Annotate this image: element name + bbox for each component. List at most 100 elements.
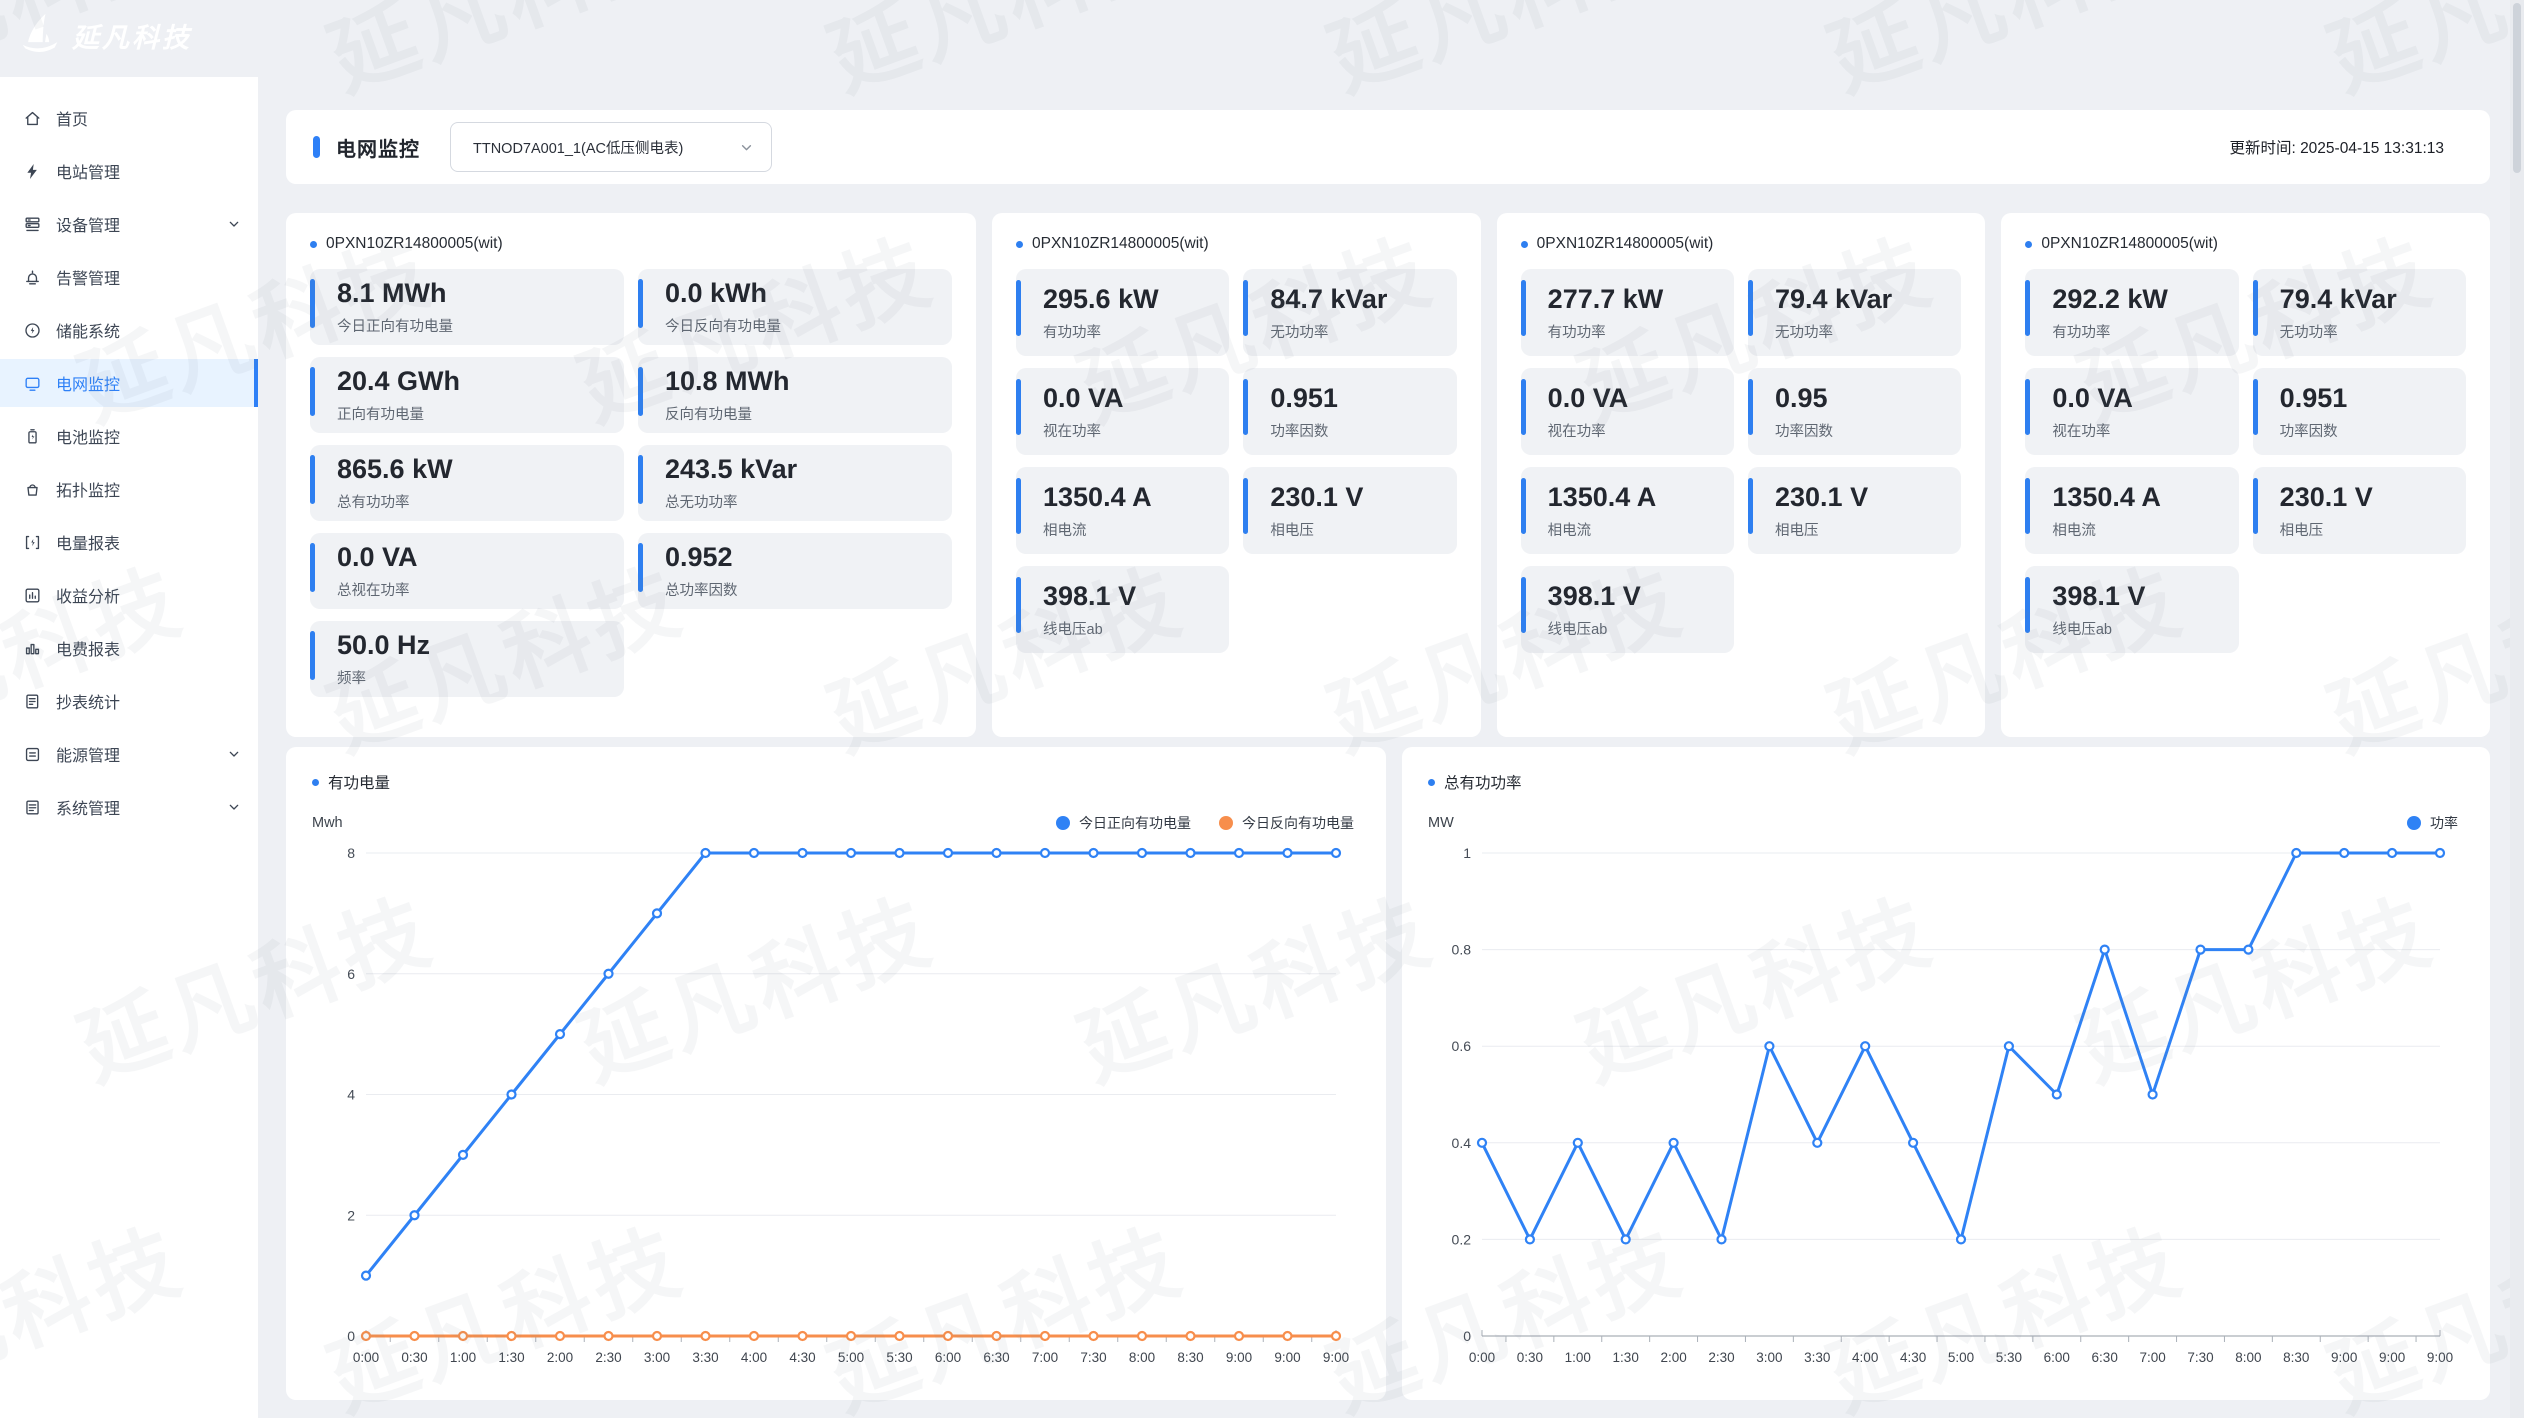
svg-text:8:30: 8:30 [2283, 1350, 2309, 1365]
sidebar-item-label: 电费报表 [56, 636, 242, 660]
metric-value: 50.0 Hz [337, 630, 624, 661]
sidebar-item-system-mgmt[interactable]: 系统管理 [0, 783, 258, 831]
watermark-text: 延凡科技 [1310, 0, 1699, 114]
legend-item[interactable]: 今日正向有功电量 [1056, 813, 1191, 833]
bullet-dot-icon [2025, 241, 2032, 248]
tile-accent-bar [1748, 280, 1753, 336]
tile-accent-bar [2253, 280, 2258, 336]
metric-label: 相电压 [1775, 519, 1961, 540]
metric-tile: 8.1 MWh今日正向有功电量 [310, 269, 624, 345]
sidebar-item-bill-report[interactable]: 电费报表 [0, 624, 258, 672]
metric-value: 292.2 kW [2052, 284, 2238, 315]
logo-sail-icon [18, 12, 62, 59]
metric-value: 398.1 V [1548, 581, 1734, 612]
svg-text:0.2: 0.2 [1452, 1231, 1472, 1247]
sidebar-item-meter-stats[interactable]: 抄表统计 [0, 677, 258, 725]
metric-value: 0.951 [2280, 383, 2466, 414]
legend-label: 功率 [2430, 813, 2458, 833]
metric-tile: 1350.4 A相电流 [1521, 467, 1734, 554]
tile-accent-bar [1016, 379, 1021, 435]
watermark-text: 延凡科技 [310, 0, 699, 114]
device-select-value: TTNOD7A001_1(AC低压侧电表) [473, 137, 683, 158]
sidebar-item-home[interactable]: 首页 [0, 94, 258, 142]
sidebar-item-battery-monitor[interactable]: 电池监控 [0, 412, 258, 460]
y-axis-unit: MW [1428, 815, 1454, 831]
legend-item[interactable]: 功率 [2407, 813, 2458, 833]
watermark-text: 延凡科技 [1810, 0, 2199, 114]
tile-accent-bar [310, 279, 315, 328]
metric-label: 视在功率 [1043, 420, 1229, 441]
sidebar-item-station-mgmt[interactable]: 电站管理 [0, 147, 258, 195]
energy-mgmt-icon [23, 745, 42, 764]
metric-value: 0.0 VA [2052, 383, 2238, 414]
metric-tile-grid: 292.2 kW有功功率79.4 kVar无功功率0.0 VA视在功率0.951… [2025, 269, 2466, 653]
metric-label: 有功功率 [1548, 321, 1734, 342]
bullet-dot-icon [1016, 241, 1023, 248]
energy-storage-icon [23, 321, 42, 340]
metric-tile: 0.952总功率因数 [638, 533, 952, 609]
metric-value: 230.1 V [2280, 482, 2466, 513]
tile-accent-bar [1521, 280, 1526, 336]
metric-value: 277.7 kW [1548, 284, 1734, 315]
metric-label: 频率 [337, 667, 624, 688]
metric-value: 1350.4 A [1548, 482, 1734, 513]
energy-chart-plot: 024680:000:301:001:302:002:303:003:304:0… [312, 837, 1360, 1376]
scrollbar-thumb[interactable] [2513, 3, 2521, 173]
metric-value: 398.1 V [2052, 581, 2238, 612]
metric-label: 总功率因数 [665, 579, 952, 600]
device-stat-card-1: 0PXN10ZR14800005(wit)8.1 MWh今日正向有功电量0.0 … [286, 213, 976, 737]
y-axis-unit: Mwh [312, 815, 343, 831]
sidebar-item-grid-monitor[interactable]: 电网监控 [0, 359, 258, 407]
tile-accent-bar [638, 455, 643, 504]
device-card-title: 0PXN10ZR14800005(wit) [1016, 235, 1457, 253]
metric-label: 无功功率 [1775, 321, 1961, 342]
metric-value: 398.1 V [1043, 581, 1229, 612]
svg-text:9:00: 9:00 [1274, 1350, 1300, 1365]
svg-text:8:00: 8:00 [1129, 1350, 1155, 1365]
stats-row: 0PXN10ZR14800005(wit) 8.1 MWh今日正向有功电量 0.0 … [286, 213, 2490, 737]
tile-accent-bar [1243, 478, 1248, 534]
svg-text:2:30: 2:30 [1708, 1350, 1734, 1365]
sidebar-item-storage-system[interactable]: 储能系统 [0, 306, 258, 354]
metric-tile: 230.1 V相电压 [2253, 467, 2466, 554]
device-stat-card-2: 0PXN10ZR14800005(wit)295.6 kW有功功率84.7 kV… [992, 213, 1481, 737]
chart-meta-row: Mwh 今日正向有功电量 今日反向有功电量 [312, 813, 1360, 833]
svg-text:5:00: 5:00 [1948, 1350, 1974, 1365]
scrollbar[interactable] [2510, 0, 2524, 1418]
page-header: 电网监控 TTNOD7A001_1(AC低压侧电表) 更新时间: 2025-04… [286, 110, 2490, 184]
svg-text:5:30: 5:30 [886, 1350, 912, 1365]
page-title: 电网监控 [336, 133, 420, 162]
tile-accent-bar [638, 367, 643, 416]
legend-dot-icon [2407, 816, 2421, 830]
device-select[interactable]: TTNOD7A001_1(AC低压侧电表) [450, 122, 772, 172]
watermark-text: 延凡科技 [2310, 0, 2524, 114]
metric-tile: 398.1 V线电压ab [1016, 566, 1229, 653]
metric-value: 230.1 V [1270, 482, 1456, 513]
metric-value: 10.8 MWh [665, 366, 952, 397]
svg-text:7:00: 7:00 [1032, 1350, 1058, 1365]
legend-dot-icon [1056, 816, 1070, 830]
metric-label: 无功功率 [1270, 321, 1456, 342]
legend-item[interactable]: 今日反向有功电量 [1219, 813, 1354, 833]
metric-label: 相电压 [1270, 519, 1456, 540]
sidebar-item-label: 系统管理 [56, 795, 212, 819]
metric-tile: 0.951功率因数 [1243, 368, 1456, 455]
bill-report-icon [23, 639, 42, 658]
sidebar-item-alarm-mgmt[interactable]: 告警管理 [0, 253, 258, 301]
title-accent-bar [313, 136, 320, 158]
sidebar-item-power-report[interactable]: 电量报表 [0, 518, 258, 566]
sidebar-item-device-mgmt[interactable]: 设备管理 [0, 200, 258, 248]
metric-label: 功率因数 [2280, 420, 2466, 441]
sidebar-item-energy-mgmt[interactable]: 能源管理 [0, 730, 258, 778]
metric-label: 正向有功电量 [337, 403, 624, 424]
device-id: 0PXN10ZR14800005(wit) [1032, 235, 1209, 253]
charts-row: 有功电量 Mwh 今日正向有功电量今日反向有功电量 024680:000:301… [286, 747, 2490, 1400]
sidebar-item-topology-monitor[interactable]: 拓扑监控 [0, 465, 258, 513]
sidebar-item-label: 抄表统计 [56, 689, 242, 713]
sidebar-item-profit-analysis[interactable]: 收益分析 [0, 571, 258, 619]
chart-meta-row: MW 功率 [1428, 813, 2464, 833]
power-chart-plot: 00.20.40.60.810:000:301:001:302:002:303:… [1428, 837, 2464, 1376]
bolt-icon [23, 162, 42, 181]
metric-tile: 1350.4 A相电流 [1016, 467, 1229, 554]
tile-accent-bar [1243, 280, 1248, 336]
